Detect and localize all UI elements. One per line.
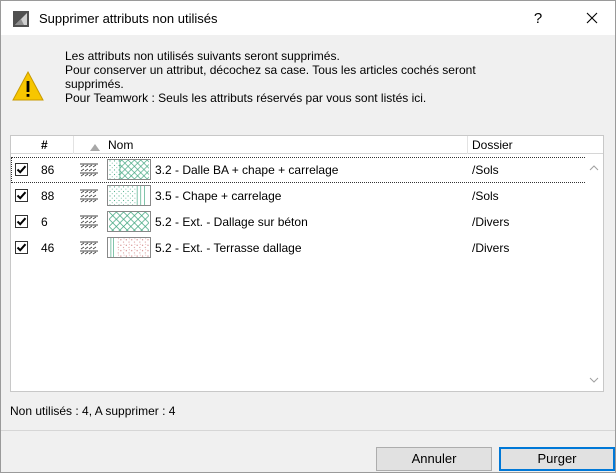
- vertical-scrollbar[interactable]: [586, 155, 603, 391]
- title-bar: Supprimer attributs non utilisés ?: [1, 1, 615, 35]
- row-checkbox[interactable]: [15, 241, 28, 254]
- row-name: 5.2 - Ext. - Dallage sur béton: [155, 215, 308, 229]
- row-number: 86: [41, 163, 55, 177]
- info-message: Les attributs non utilisés suivants sero…: [65, 49, 585, 105]
- checkmark-icon: [16, 165, 27, 174]
- checkmark-icon: [16, 191, 27, 200]
- row-folder: /Sols: [472, 163, 499, 177]
- composite-icon: [80, 189, 98, 203]
- close-button[interactable]: [569, 1, 615, 35]
- row-checkbox[interactable]: [15, 163, 28, 176]
- row-name: 3.2 - Dalle BA + chape + carrelage: [155, 163, 339, 177]
- fill-pattern-swatch: [107, 185, 151, 206]
- help-label: ?: [533, 9, 543, 27]
- composite-icon: [80, 215, 98, 229]
- fill-pattern-swatch: [107, 237, 151, 258]
- sort-ascending-icon: [90, 140, 104, 151]
- message-line: Les attributs non utilisés suivants sero…: [65, 49, 340, 63]
- fill-pattern-swatch: [107, 159, 151, 180]
- table-row[interactable]: 86 3.2 - Dalle BA + chape + carrelage /S…: [11, 157, 603, 183]
- purge-button[interactable]: Purger: [499, 447, 615, 471]
- scroll-down-icon[interactable]: [589, 377, 599, 383]
- message-line: Pour Teamwork : Seuls les attributs rése…: [65, 91, 427, 105]
- fill-pattern-swatch: [107, 211, 151, 232]
- help-button[interactable]: ?: [515, 1, 561, 35]
- checkmark-icon: [16, 217, 27, 226]
- attributes-list[interactable]: # Nom Dossier 86 3.2 - Dalle BA + chape …: [10, 135, 604, 392]
- message-line: Pour conserver un attribut, décochez sa …: [65, 63, 476, 77]
- composite-icon: [80, 163, 98, 177]
- cancel-button[interactable]: Annuler: [376, 447, 492, 471]
- checkmark-icon: [16, 243, 27, 252]
- row-number: 46: [41, 241, 55, 255]
- row-name: 5.2 - Ext. - Terrasse dallage: [155, 241, 302, 255]
- status-text: Non utilisés : 4, A supprimer : 4: [10, 404, 176, 418]
- table-row[interactable]: 6 5.2 - Ext. - Dallage sur béton /Divers: [11, 209, 603, 235]
- column-separator[interactable]: [73, 136, 74, 154]
- purge-attributes-dialog: Supprimer attributs non utilisés ? Les a…: [0, 0, 616, 473]
- row-folder: /Sols: [472, 189, 499, 203]
- archicad-icon: [13, 11, 29, 27]
- row-folder: /Divers: [472, 215, 510, 229]
- composite-icon: [80, 241, 98, 255]
- row-checkbox[interactable]: [15, 189, 28, 202]
- table-row[interactable]: 46 5.2 - Ext. - Terrasse dallage /Divers: [11, 235, 603, 261]
- row-number: 88: [41, 189, 55, 203]
- column-name[interactable]: Nom: [108, 138, 133, 152]
- warning-icon: [12, 70, 44, 101]
- message-line: supprimés.: [65, 77, 124, 91]
- close-icon: [586, 12, 598, 24]
- scroll-up-icon[interactable]: [589, 165, 599, 171]
- row-number: 6: [41, 215, 48, 229]
- column-folder[interactable]: Dossier: [472, 138, 513, 152]
- list-header: # Nom Dossier: [11, 136, 603, 154]
- column-num[interactable]: #: [41, 138, 48, 152]
- dialog-title: Supprimer attributs non utilisés: [39, 11, 218, 26]
- column-separator[interactable]: [467, 136, 468, 154]
- divider: [1, 430, 615, 431]
- row-checkbox[interactable]: [15, 215, 28, 228]
- table-row[interactable]: 88 3.5 - Chape + carrelage /Sols: [11, 183, 603, 209]
- row-name: 3.5 - Chape + carrelage: [155, 189, 282, 203]
- row-folder: /Divers: [472, 241, 510, 255]
